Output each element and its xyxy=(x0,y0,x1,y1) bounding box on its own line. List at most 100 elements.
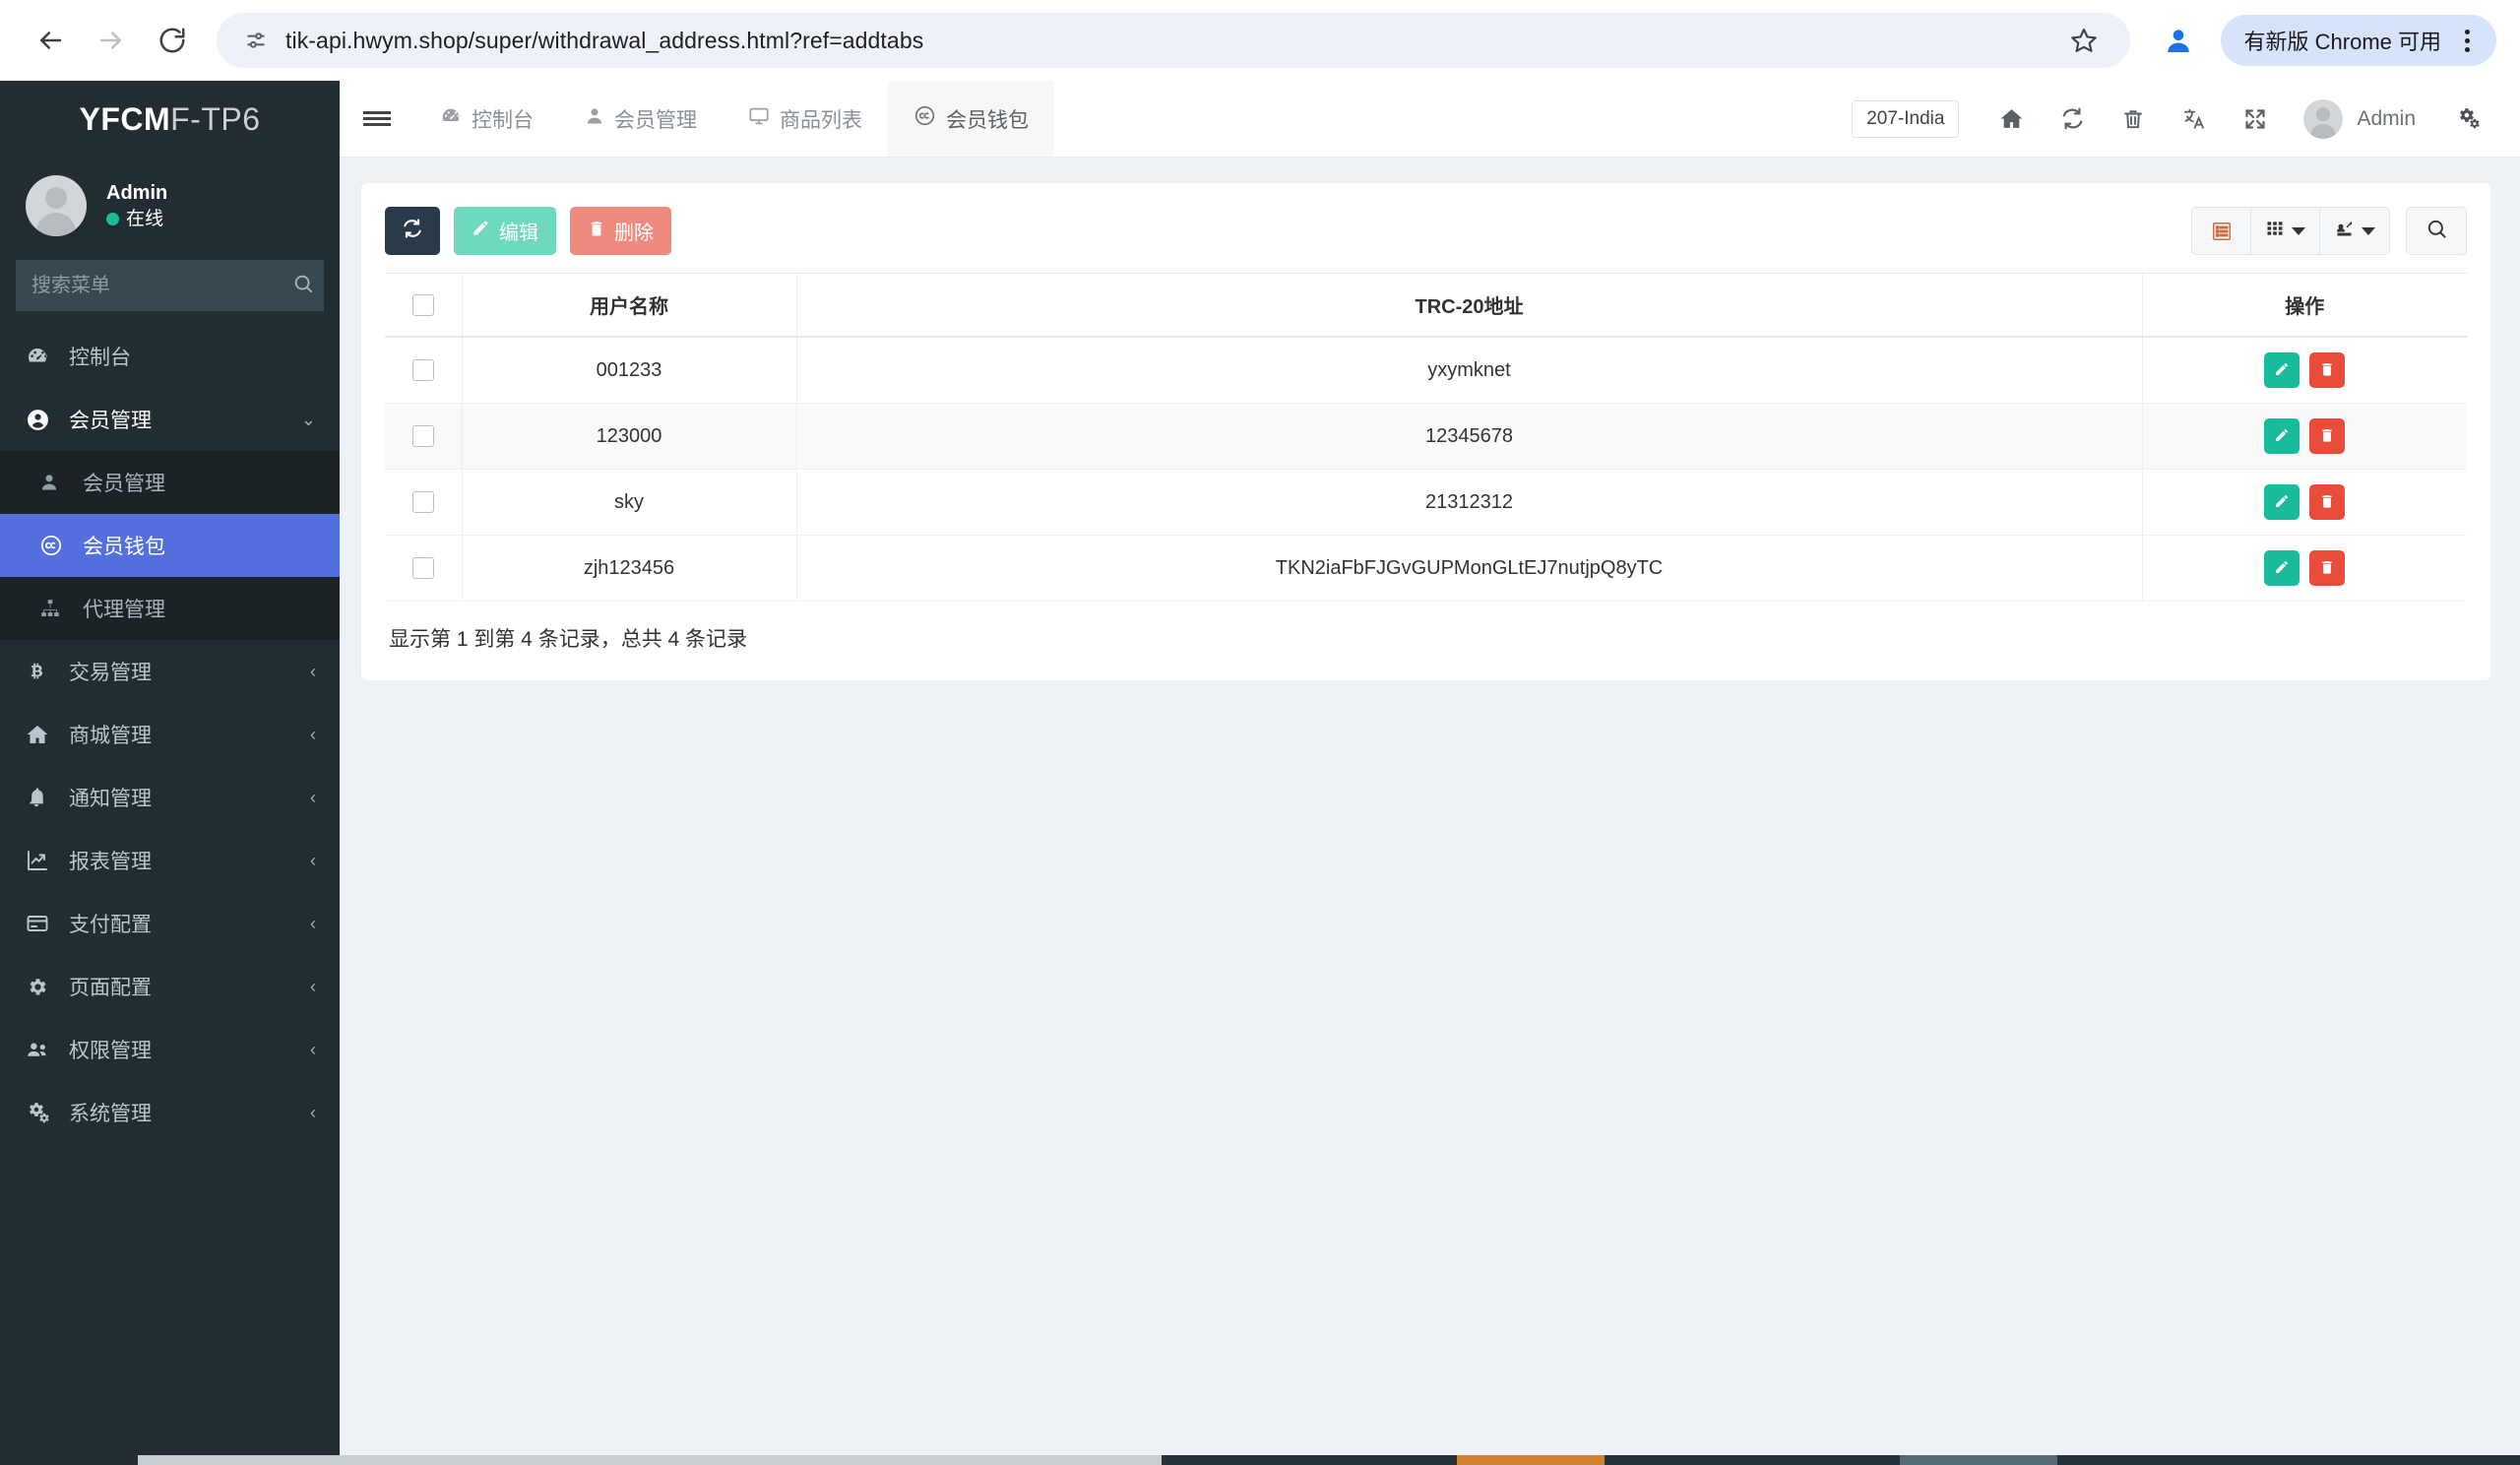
chart-line-icon xyxy=(26,849,55,872)
sidebar-item-report-management[interactable]: 报表管理 ‹ xyxy=(0,829,340,892)
sidebar-item-system-management[interactable]: 系统管理 ‹ xyxy=(0,1081,340,1144)
table-row[interactable]: 001233 yxymknet xyxy=(385,337,2467,404)
home-icon[interactable] xyxy=(1981,81,2042,158)
sidebar-user-status-label: 在线 xyxy=(126,208,164,229)
sidebar-item-permission-management[interactable]: 权限管理 ‹ xyxy=(0,1018,340,1081)
tab-product-list[interactable]: 商品列表 xyxy=(723,81,888,157)
sidebar-item-label: 页面配置 xyxy=(69,977,152,999)
refresh-icon[interactable] xyxy=(2042,81,2103,158)
user-icon xyxy=(585,106,604,132)
trash-icon[interactable] xyxy=(2103,81,2164,158)
cogs-icon[interactable] xyxy=(2437,81,2498,158)
sidebar-item-label: 权限管理 xyxy=(69,1040,152,1062)
table-row[interactable]: 123000 12345678 xyxy=(385,403,2467,470)
reload-button[interactable] xyxy=(146,14,199,67)
sidebar-item-dashboard[interactable]: 控制台 xyxy=(0,325,340,388)
app-logo[interactable]: YFCM F-TP6 xyxy=(0,81,340,158)
refresh-button[interactable] xyxy=(385,207,440,255)
row-edit-button[interactable] xyxy=(2264,352,2300,388)
row-edit-button[interactable] xyxy=(2264,550,2300,586)
export-button[interactable] xyxy=(2320,208,2389,254)
chevron-left-icon: ‹ xyxy=(310,850,316,870)
select-all-checkbox[interactable] xyxy=(411,293,434,316)
sidebar-item-label: 代理管理 xyxy=(83,599,165,621)
row-select-cell xyxy=(385,337,462,404)
edit-button[interactable]: 编辑 xyxy=(454,207,556,255)
tab-member-wallet[interactable]: 会员钱包 xyxy=(888,81,1054,157)
sidebar-item-transaction-management[interactable]: 交易管理 ‹ xyxy=(0,640,340,703)
tab-member-management[interactable]: 会员管理 xyxy=(559,81,723,157)
star-icon[interactable] xyxy=(2057,14,2110,67)
view-toggle-group xyxy=(2191,207,2390,255)
sitemap-icon xyxy=(39,598,69,619)
search-icon[interactable] xyxy=(292,273,314,299)
row-edit-button[interactable] xyxy=(2264,484,2300,520)
pencil-icon xyxy=(2274,559,2290,578)
forward-button[interactable] xyxy=(85,14,138,67)
row-delete-button[interactable] xyxy=(2309,484,2346,520)
chevron-left-icon: ‹ xyxy=(310,1102,316,1122)
chevron-left-icon: ‹ xyxy=(310,976,316,996)
table-row[interactable]: zjh123456 TKN2iaFbFJGvGUPMonGLtEJ7nutjpQ… xyxy=(385,535,2467,602)
table-head: 用户名称 TRC-20地址 操作 xyxy=(385,273,2467,338)
sidebar-item-member-wallet[interactable]: 会员钱包 xyxy=(0,514,340,577)
hamburger-icon[interactable] xyxy=(340,81,414,157)
trash-icon xyxy=(2319,493,2335,512)
translate-icon[interactable] xyxy=(2164,81,2225,158)
chrome-update-button[interactable]: 有新版 Chrome 可用 xyxy=(2220,15,2496,66)
sidebar-item-mall-management[interactable]: 商城管理 ‹ xyxy=(0,703,340,766)
table-view-tools xyxy=(2191,207,2467,255)
three-dot-menu-icon[interactable] xyxy=(2447,19,2487,62)
sidebar-item-notification-management[interactable]: 通知管理 ‹ xyxy=(0,766,340,829)
row-actions xyxy=(2141,535,2467,602)
delete-button[interactable]: 删除 xyxy=(570,207,671,255)
table-header-address[interactable]: TRC-20地址 xyxy=(795,273,2142,338)
sidebar-item-page-config[interactable]: 页面配置 ‹ xyxy=(0,955,340,1018)
pencil-icon xyxy=(2274,361,2290,380)
search-toggle-button[interactable] xyxy=(2406,207,2467,255)
trash-icon xyxy=(2319,427,2335,446)
edit-button-label: 编辑 xyxy=(499,223,538,244)
row-checkbox[interactable] xyxy=(411,491,434,514)
sidebar-search[interactable] xyxy=(16,260,324,311)
admin-menu[interactable]: Admin xyxy=(2286,98,2437,139)
back-button[interactable] xyxy=(24,14,77,67)
list-view-icon[interactable] xyxy=(2192,208,2251,254)
export-icon xyxy=(2334,219,2355,244)
search-input[interactable] xyxy=(32,274,292,297)
delete-button-label: 删除 xyxy=(614,223,654,244)
sidebar-user-name: Admin xyxy=(106,181,168,204)
sidebar-item-member-management[interactable]: 会员管理 ⌄ xyxy=(0,388,340,451)
bell-icon xyxy=(26,787,55,808)
tab-dashboard[interactable]: 控制台 xyxy=(414,81,559,157)
sidebar-item-payment-config[interactable]: 支付配置 ‹ xyxy=(0,892,340,955)
site-settings-icon[interactable] xyxy=(236,21,276,60)
profile-avatar-icon[interactable] xyxy=(2152,14,2205,67)
address-bar[interactable]: tik-api.hwym.shop/super/withdrawal_addre… xyxy=(217,13,2130,68)
chevron-left-icon: ‹ xyxy=(310,724,316,744)
sidebar-item-member-list[interactable]: 会员管理 xyxy=(0,451,340,514)
trash-icon xyxy=(2319,361,2335,380)
taskbar-seg xyxy=(1900,1455,2057,1465)
row-address: TKN2iaFbFJGvGUPMonGLtEJ7nutjpQ8yTC xyxy=(795,535,2142,602)
row-checkbox[interactable] xyxy=(411,359,434,382)
fullscreen-icon[interactable] xyxy=(2225,81,2286,158)
row-delete-button[interactable] xyxy=(2309,550,2346,586)
logo-bright-text: YFCM xyxy=(79,100,171,137)
sidebar-item-label: 通知管理 xyxy=(69,788,152,810)
sidebar-item-agent-management[interactable]: 代理管理 xyxy=(0,577,340,640)
taskbar-seg xyxy=(1162,1455,1457,1465)
row-delete-button[interactable] xyxy=(2309,352,2346,388)
sidebar-item-label: 会员管理 xyxy=(69,410,152,432)
row-edit-button[interactable] xyxy=(2264,418,2300,454)
top-navbar: 控制台 会员管理 商品列表 会员钱包 207-India Admin xyxy=(340,81,2520,158)
row-delete-button[interactable] xyxy=(2309,418,2346,454)
table-row[interactable]: sky 21312312 xyxy=(385,469,2467,536)
server-badge[interactable]: 207-India xyxy=(1852,99,1960,138)
row-username: 001233 xyxy=(461,337,796,404)
row-checkbox[interactable] xyxy=(411,425,434,448)
chevron-left-icon: ‹ xyxy=(310,1039,316,1059)
table-header-username[interactable]: 用户名称 xyxy=(461,273,796,338)
row-checkbox[interactable] xyxy=(411,557,434,580)
columns-button[interactable] xyxy=(2251,208,2320,254)
